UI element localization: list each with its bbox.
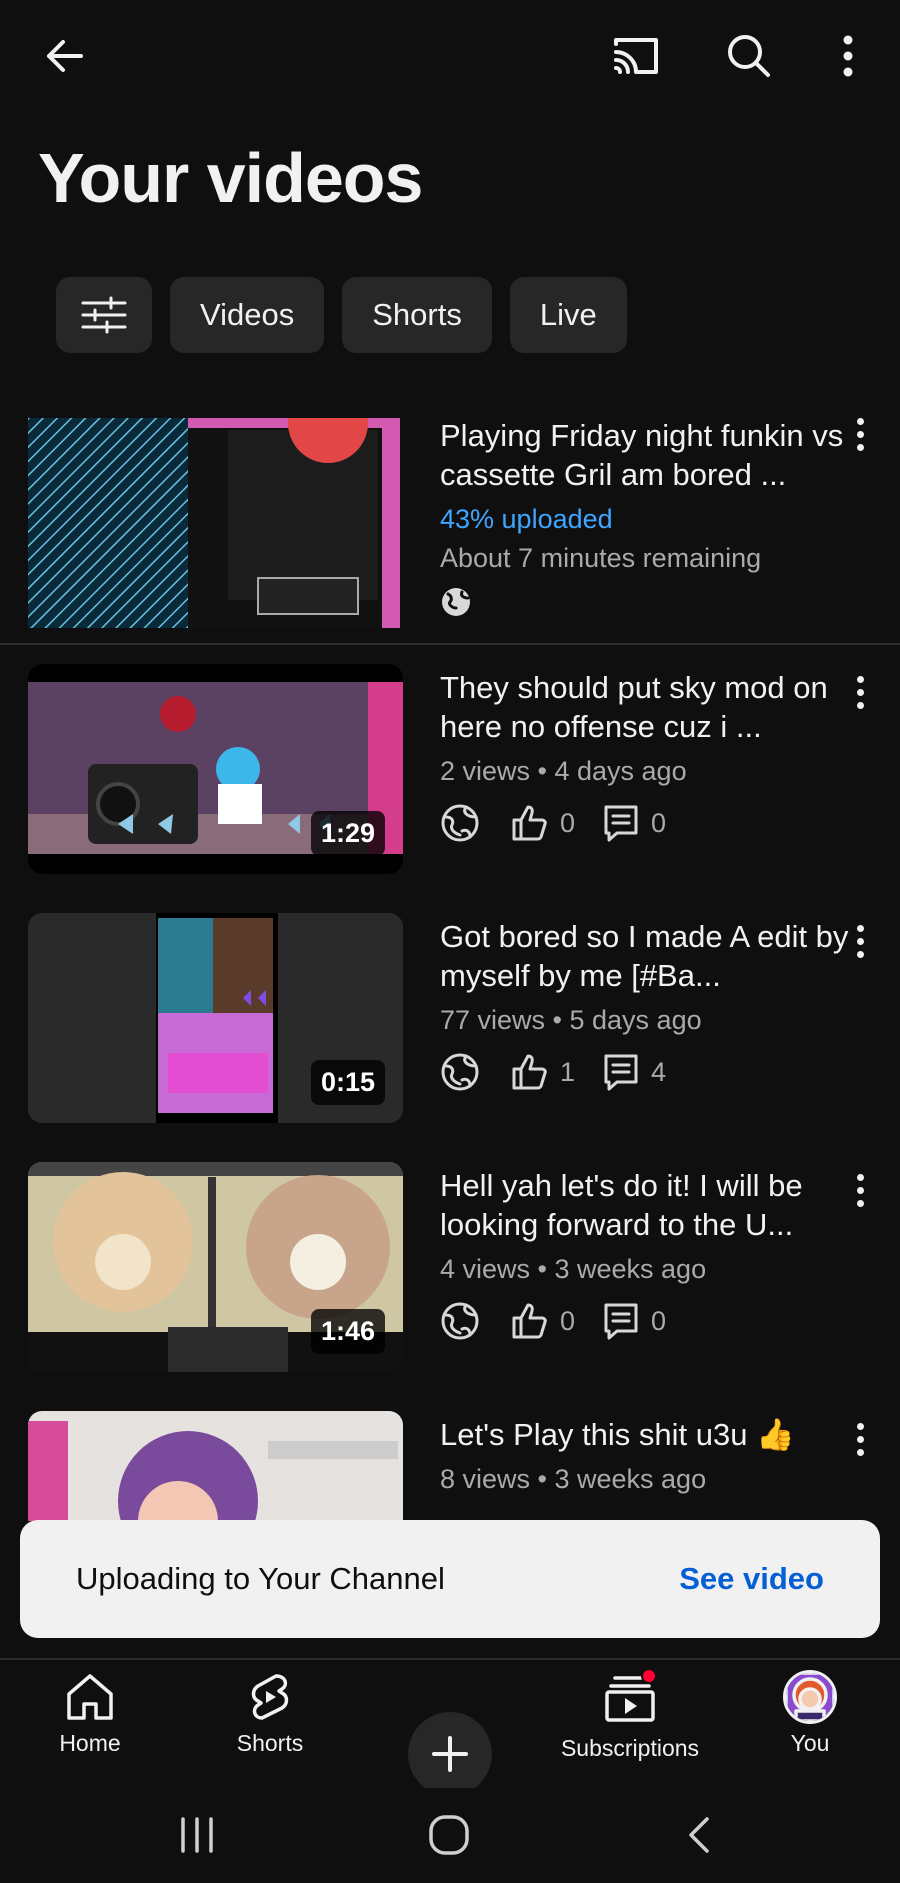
video-info: Got bored so I made A edit by myself by … [440, 917, 860, 1092]
video-info: Let's Play this shit u3u 👍 8 views • 3 w… [440, 1415, 860, 1495]
shorts-icon [251, 1674, 289, 1720]
see-video-button[interactable]: See video [679, 1561, 824, 1597]
video-thumbnail[interactable]: 1:46 [28, 1162, 403, 1372]
cast-button[interactable] [596, 16, 676, 96]
search-icon [728, 35, 770, 77]
plus-icon [432, 1736, 468, 1772]
comment-icon[interactable] [603, 804, 639, 842]
video-title[interactable]: They should put sky mod on here no offen… [440, 668, 860, 746]
top-app-bar [0, 0, 900, 112]
cast-icon [614, 38, 658, 74]
globe-icon [442, 588, 470, 616]
upload-progress-text: 43% uploaded [440, 504, 613, 534]
home-icon [67, 1674, 113, 1720]
tune-icon [81, 296, 127, 334]
video-stats: 1 4 [440, 1052, 860, 1092]
arrow-left-icon [47, 40, 83, 72]
video-title[interactable]: Let's Play this shit u3u 👍 [440, 1415, 860, 1454]
thumbnail-image [28, 1411, 403, 1521]
back-system-button[interactable] [656, 1810, 746, 1860]
more-options-button[interactable] [808, 16, 888, 96]
video-duration: 0:15 [310, 1060, 385, 1105]
video-meta: 8 views • 3 weeks ago [440, 1464, 707, 1494]
video-thumbnail[interactable]: 0:15 [28, 913, 403, 1123]
globe-icon [441, 804, 479, 842]
video-stats: 0 0 [440, 803, 860, 843]
comment-count: 0 [651, 1305, 667, 1336]
video-title[interactable]: Playing Friday night funkin vs cassette … [440, 416, 860, 494]
video-thumbnail[interactable] [28, 1411, 403, 1521]
recent-apps-icon [181, 1817, 213, 1853]
like-count: 1 [560, 1056, 576, 1087]
subscriptions-icon-wrap [603, 1668, 657, 1729]
comment-count: 4 [651, 1056, 667, 1087]
create-button[interactable] [408, 1712, 492, 1796]
comment-icon[interactable] [603, 1302, 639, 1340]
upload-remaining-text: About 7 minutes remaining [440, 543, 762, 573]
notification-dot [641, 1668, 657, 1684]
home-circle-icon [429, 1815, 469, 1855]
search-button[interactable] [709, 16, 789, 96]
video-thumbnail[interactable]: 1:29 [28, 664, 403, 874]
chip-live[interactable]: Live [509, 277, 627, 353]
video-info: Hell yah let's do it! I will be looking … [440, 1166, 860, 1341]
chevron-left-icon [689, 1817, 709, 1853]
video-more-button[interactable] [840, 668, 880, 716]
video-duration: 1:46 [310, 1309, 385, 1354]
more-vert-icon [843, 35, 853, 77]
nav-you[interactable]: You [725, 1670, 895, 1757]
back-button[interactable] [25, 16, 105, 96]
video-info: They should put sky mod on here no offen… [440, 668, 860, 843]
chip-videos[interactable]: Videos [170, 277, 325, 353]
video-more-button[interactable] [840, 1415, 880, 1463]
like-count: 0 [560, 807, 576, 838]
like-count: 0 [560, 1305, 576, 1336]
video-thumbnail[interactable] [28, 418, 400, 628]
bottom-navigation: Home Shorts Subscriptions You [0, 1658, 900, 1796]
comment-count: 0 [651, 807, 667, 838]
nav-subscriptions-label: Subscriptions [560, 1735, 700, 1761]
video-title[interactable]: Hell yah let's do it! I will be looking … [440, 1166, 860, 1244]
video-more-button[interactable] [840, 1166, 880, 1214]
globe-icon [441, 1053, 479, 1091]
filter-chips: Videos Shorts Live [56, 277, 627, 353]
list-divider [0, 643, 900, 645]
video-stats [440, 586, 860, 618]
video-info: Playing Friday night funkin vs cassette … [440, 416, 860, 618]
video-meta: 2 views • 4 days ago [440, 756, 687, 786]
thumbnail-image [28, 418, 400, 628]
recent-apps-button[interactable] [152, 1810, 242, 1860]
video-title[interactable]: Got bored so I made A edit by myself by … [440, 917, 860, 995]
like-icon[interactable] [510, 1053, 548, 1091]
home-system-button[interactable] [404, 1810, 494, 1860]
like-icon[interactable] [510, 804, 548, 842]
video-more-button[interactable] [840, 410, 880, 458]
upload-snackbar: Uploading to Your Channel See video [20, 1520, 880, 1638]
nav-shorts-label: Shorts [236, 1730, 304, 1756]
nav-shorts[interactable]: Shorts [185, 1670, 355, 1757]
video-meta: 77 views • 5 days ago [440, 1005, 702, 1035]
filter-button[interactable] [56, 277, 152, 353]
video-meta: 4 views • 3 weeks ago [440, 1254, 707, 1284]
nav-you-label: You [790, 1730, 830, 1756]
comment-icon[interactable] [603, 1053, 639, 1091]
avatar [783, 1670, 837, 1724]
video-more-button[interactable] [840, 917, 880, 965]
like-icon[interactable] [510, 1302, 548, 1340]
chip-shorts[interactable]: Shorts [342, 277, 492, 353]
video-stats: 0 0 [440, 1301, 860, 1341]
globe-icon [441, 1302, 479, 1340]
nav-subscriptions[interactable]: Subscriptions [545, 1668, 715, 1762]
system-navigation-bar [0, 1788, 900, 1883]
avatar-image [786, 1673, 834, 1721]
nav-home[interactable]: Home [5, 1670, 175, 1757]
snackbar-message: Uploading to Your Channel [76, 1561, 445, 1596]
page-title: Your videos [38, 139, 423, 217]
nav-home-label: Home [59, 1730, 121, 1756]
video-duration: 1:29 [310, 811, 385, 856]
